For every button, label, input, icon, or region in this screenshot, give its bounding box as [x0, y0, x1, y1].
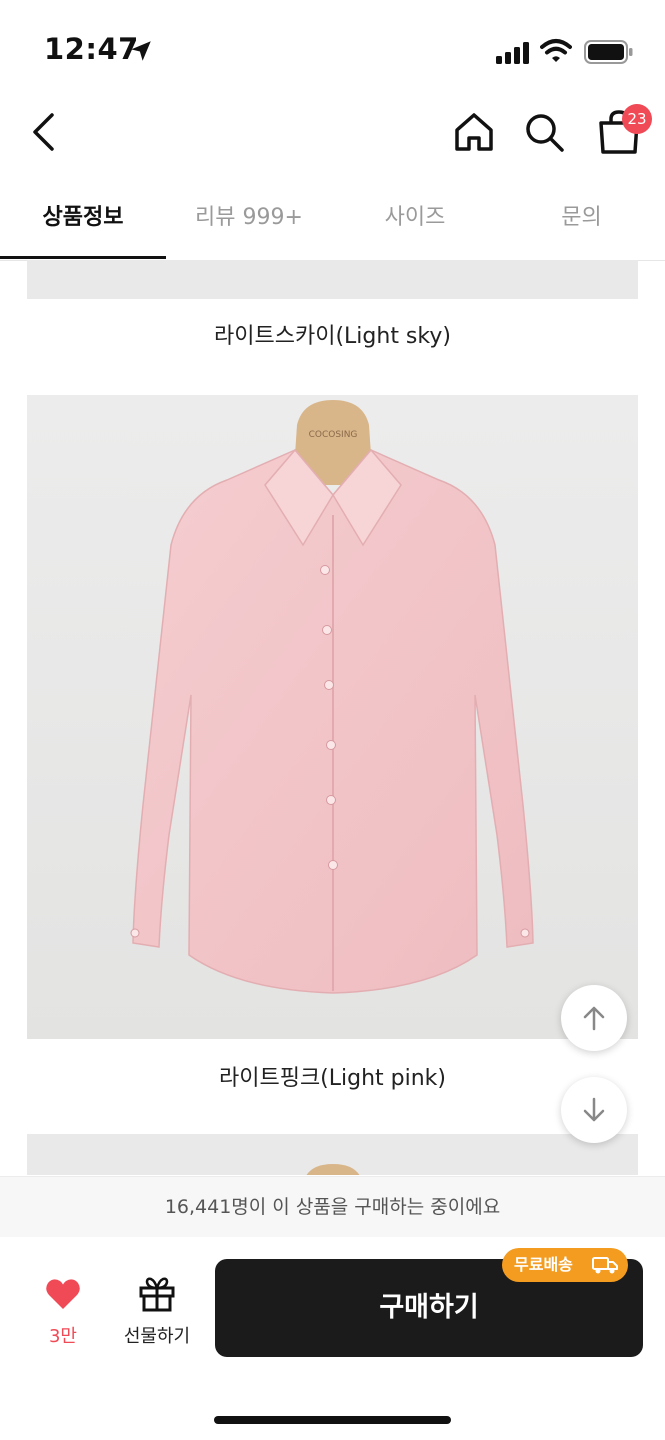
product-tabs: 상품정보 리뷰 999+ 사이즈 문의: [0, 178, 665, 261]
search-icon[interactable]: [522, 110, 566, 154]
tab-size[interactable]: 사이즈: [332, 178, 498, 258]
product-detail-content: 라이트스카이(Light sky) COCOSING 라이트핑크(Light p…: [0, 260, 665, 1175]
wifi-icon: [540, 39, 572, 62]
gift-label: 선물하기: [123, 1326, 191, 1347]
color-caption-light-sky: 라이트스카이(Light sky): [214, 324, 451, 349]
tab-inquiry[interactable]: 문의: [498, 178, 665, 258]
arrow-up-icon: [583, 1006, 605, 1031]
hanger-top-illustration: [306, 1164, 360, 1175]
product-image-previous: [27, 260, 638, 299]
cellular-signal-icon: [496, 42, 529, 64]
home-indicator: [214, 1416, 451, 1424]
truck-icon: [592, 1257, 618, 1274]
product-image-next: [27, 1134, 638, 1175]
pink-shirt-illustration: COCOSING: [27, 395, 638, 1039]
tab-product-info[interactable]: 상품정보: [0, 178, 166, 258]
like-button[interactable]: 3만: [30, 1278, 96, 1348]
status-time: 12:47: [44, 32, 139, 66]
gift-button[interactable]: 선물하기: [112, 1276, 202, 1348]
active-tab-indicator: [0, 256, 166, 259]
scroll-down-button[interactable]: [561, 1077, 627, 1143]
product-image-light-pink: COCOSING: [27, 395, 638, 1039]
tab-reviews[interactable]: 리뷰 999+: [166, 178, 332, 258]
gift-icon: [139, 1277, 175, 1312]
buyers-count-notice: 16,441명이 이 상품을 구매하는 중이에요: [0, 1176, 665, 1238]
arrow-down-icon: [583, 1097, 605, 1122]
hanger-brand-text: COCOSING: [309, 430, 358, 440]
free-shipping-label: 무료배송: [514, 1255, 573, 1274]
battery-icon: [584, 40, 633, 64]
heart-icon: [46, 1279, 80, 1309]
home-icon[interactable]: [452, 110, 496, 154]
status-bar: 12:47: [0, 0, 665, 100]
location-arrow-icon: [131, 41, 151, 61]
like-count: 3만: [48, 1326, 77, 1347]
color-caption-light-pink: 라이트핑크(Light pink): [218, 1066, 447, 1091]
free-shipping-badge: 무료배송: [502, 1248, 628, 1282]
cart-count-badge: 23: [622, 104, 652, 134]
back-arrow-icon[interactable]: [28, 110, 58, 154]
scroll-up-button[interactable]: [561, 985, 627, 1051]
